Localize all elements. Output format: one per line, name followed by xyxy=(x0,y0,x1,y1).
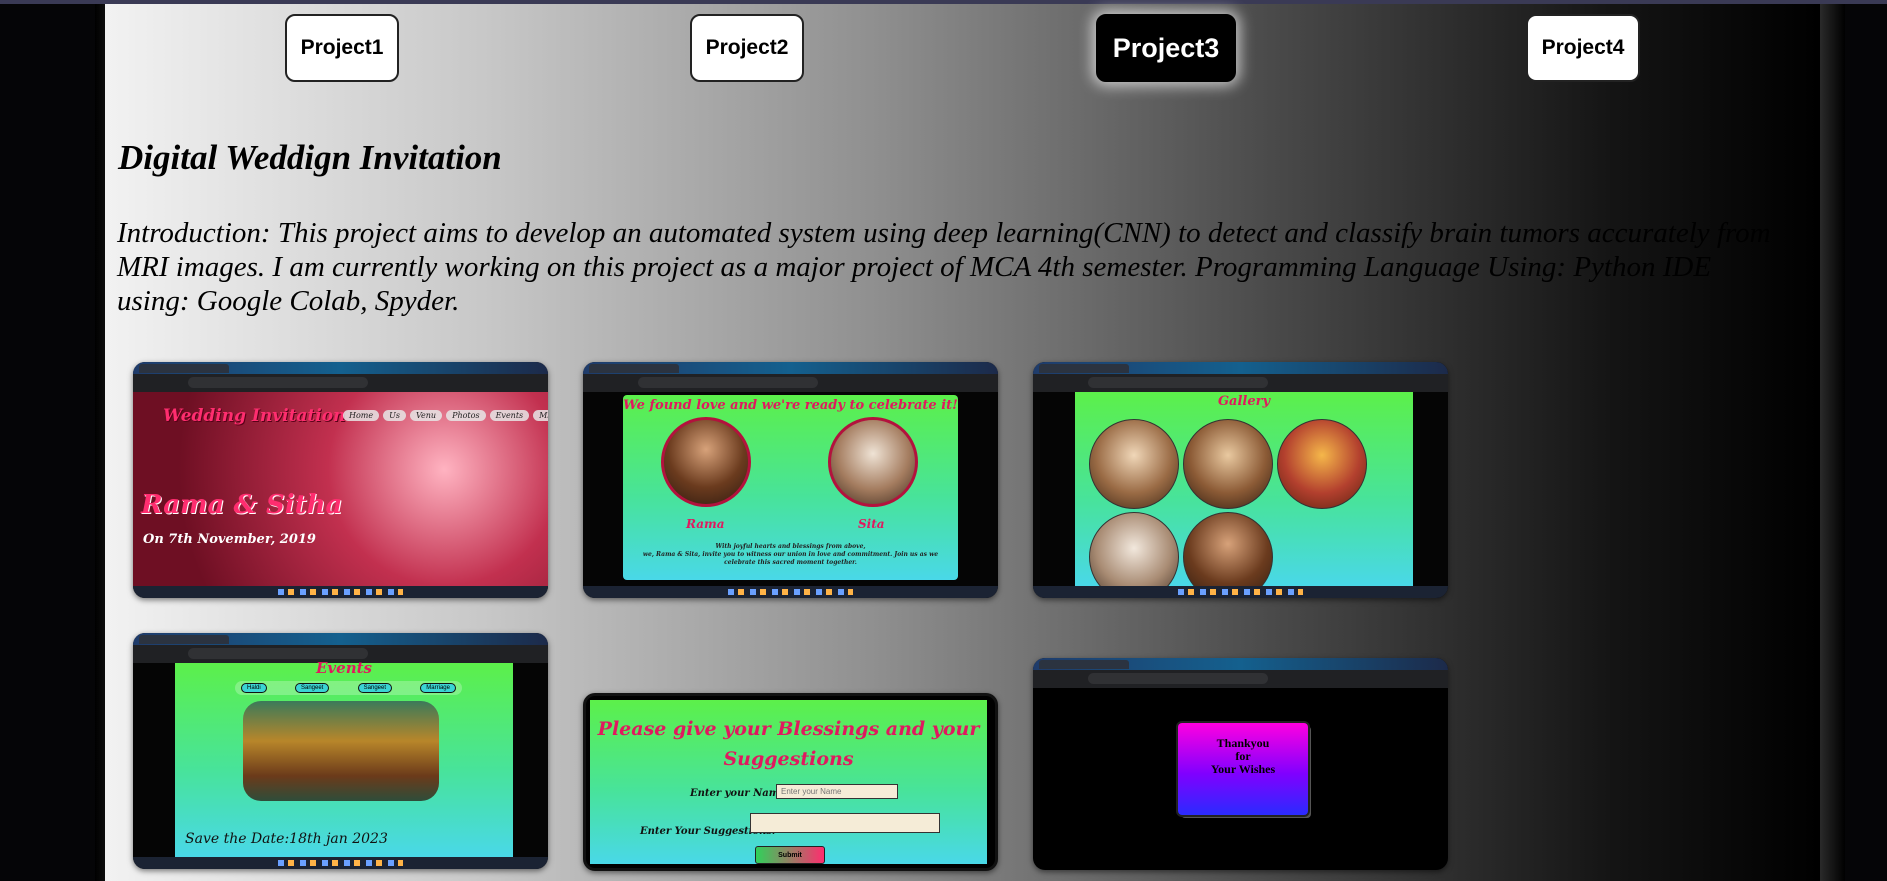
form-heading-line: Suggestions xyxy=(723,748,854,770)
project4-button[interactable]: Project4 xyxy=(1526,14,1640,82)
submit-button[interactable]: Submit xyxy=(755,846,825,864)
couple-heading: We found love and we're ready to celebra… xyxy=(623,398,958,413)
gallery-photo xyxy=(1089,419,1179,509)
event-pill: Sangeet xyxy=(294,683,330,693)
events-pills: Haldi Sangeet Sangeet Marriage xyxy=(235,681,462,695)
project3-button[interactable]: Project3 xyxy=(1096,14,1236,82)
blessing-line: celebrate this sacred moment together. xyxy=(724,559,857,566)
home-menu-msgs: Msgs xyxy=(533,410,548,421)
events-panel: Events Haldi Sangeet Sangeet Marriage Sa… xyxy=(175,659,513,857)
browser-chrome xyxy=(133,362,548,392)
name-label: Enter your Name: xyxy=(690,788,790,799)
home-menu: Home Us Venu Photos Events Msgs xyxy=(343,410,548,421)
form-panel: Please give your Blessings and your Sugg… xyxy=(590,700,987,864)
home-names: Rama & Sitha xyxy=(141,490,343,520)
project1-button[interactable]: Project1 xyxy=(285,14,399,82)
gallery-content: Gallery xyxy=(1033,392,1448,598)
thanks-line: Your Wishes xyxy=(1210,762,1276,776)
event-pill: Sangeet xyxy=(357,683,392,693)
gallery-panel: Gallery xyxy=(1075,392,1413,598)
right-shadow xyxy=(1820,4,1845,881)
thanks-card: Thankyou for Your Wishes xyxy=(1178,723,1308,815)
screenshot-gallery[interactable]: Gallery xyxy=(1033,362,1448,598)
gallery-heading: Gallery xyxy=(1217,394,1271,409)
gallery-photo xyxy=(1277,419,1367,509)
browser-chrome xyxy=(583,362,998,392)
events-heading: Events xyxy=(316,659,372,677)
project-intro: Introduction: This project aims to devel… xyxy=(117,217,1771,317)
screenshot-home[interactable]: Wedding Invitation Home Us Venu Photos E… xyxy=(133,362,548,598)
home-date: On 7th November, 2019 xyxy=(143,532,316,547)
bride-name: Sita xyxy=(858,517,885,531)
home-menu-photos: Photos xyxy=(446,410,486,421)
event-pill: Marriage xyxy=(420,683,456,693)
events-image xyxy=(243,701,439,801)
event-pill: Haldi xyxy=(241,683,267,693)
screenshot-thanks[interactable]: Thankyou for Your Wishes xyxy=(1033,658,1448,870)
taskbar xyxy=(133,857,548,869)
thanks-content: Thankyou for Your Wishes xyxy=(1033,688,1448,858)
taskbar xyxy=(133,586,548,598)
form-heading-line: Please give your Blessings and your xyxy=(597,718,980,740)
home-menu-us: Us xyxy=(383,410,406,421)
home-menu-events: Events xyxy=(489,410,530,421)
taskbar xyxy=(583,586,998,598)
home-menu-home: Home xyxy=(343,410,380,421)
couple-card: We found love and we're ready to celebra… xyxy=(623,395,958,580)
browser-chrome xyxy=(1033,658,1448,688)
blessing-line: we, Rama & Sita, invite you to witness o… xyxy=(642,551,939,558)
groom-photo xyxy=(661,417,751,507)
blessing-line: With joyful hearts and blessings from ab… xyxy=(715,543,866,550)
couple-content: We found love and we're ready to celebra… xyxy=(583,392,998,586)
taskbar xyxy=(1033,586,1448,598)
groom-name: Rama xyxy=(686,517,725,531)
home-heading: Wedding Invitation xyxy=(163,406,346,426)
suggestion-input[interactable] xyxy=(750,813,940,833)
bride-photo xyxy=(828,417,918,507)
home-menu-venu: Venu xyxy=(409,410,443,421)
name-input[interactable] xyxy=(776,784,898,799)
events-content: Events Haldi Sangeet Sangeet Marriage Sa… xyxy=(133,659,548,857)
project2-button[interactable]: Project2 xyxy=(690,14,804,82)
browser-chrome xyxy=(1033,362,1448,392)
project-title: Digital Weddign Invitation xyxy=(118,138,502,177)
screenshot-events[interactable]: Events Haldi Sangeet Sangeet Marriage Sa… xyxy=(133,633,548,869)
screenshot-form[interactable]: Please give your Blessings and your Sugg… xyxy=(583,693,998,871)
home-content: Wedding Invitation Home Us Venu Photos E… xyxy=(133,392,548,586)
couple-blessing: With joyful hearts and blessings from ab… xyxy=(623,543,958,567)
screenshot-couple[interactable]: We found love and we're ready to celebra… xyxy=(583,362,998,598)
form-heading: Please give your Blessings and your Sugg… xyxy=(590,714,987,774)
gallery-photo xyxy=(1183,419,1273,509)
events-save-date: Save the Date:18th jan 2023 xyxy=(185,831,388,847)
